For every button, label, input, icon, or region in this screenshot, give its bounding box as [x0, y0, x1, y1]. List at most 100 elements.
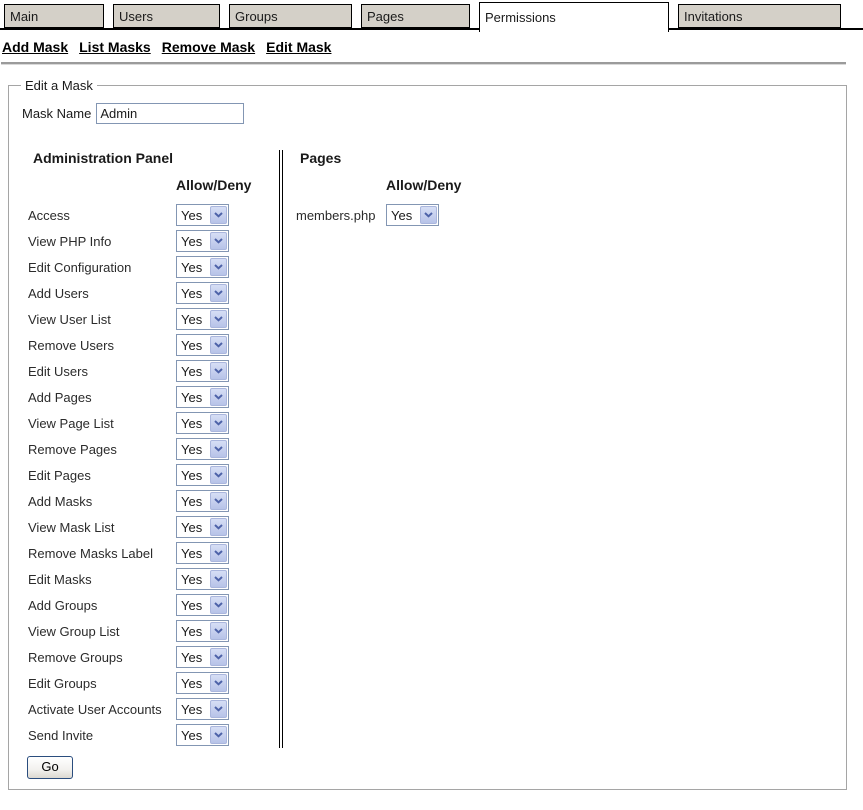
allow-deny-select[interactable]: Yes [176, 334, 229, 356]
column-separator [279, 150, 283, 748]
allow-deny-value: Yes [387, 208, 420, 223]
chevron-down-icon [210, 440, 227, 458]
tab[interactable]: Pages [361, 4, 470, 28]
allow-deny-value: Yes [177, 650, 210, 665]
allow-deny-select[interactable]: Yes [176, 230, 229, 252]
pages-title: Pages [300, 150, 836, 166]
chevron-down-icon [210, 700, 227, 718]
subnav-link[interactable]: Edit Mask [266, 39, 331, 55]
allow-deny-select[interactable]: Yes [176, 386, 229, 408]
chevron-down-icon [420, 206, 437, 224]
fieldset-legend: Edit a Mask [21, 78, 97, 93]
allow-deny-select[interactable]: Yes [176, 490, 229, 512]
tab[interactable]: Invitations [678, 4, 841, 28]
chevron-down-icon [210, 466, 227, 484]
subnav-link[interactable]: List Masks [79, 39, 151, 55]
allow-deny-value: Yes [177, 494, 210, 509]
tab[interactable]: Main [4, 4, 104, 28]
go-button[interactable]: Go [27, 756, 73, 779]
allow-deny-select[interactable]: Yes [176, 412, 229, 434]
pages-column: Pages Allow/Deny members.php Yes [289, 148, 836, 748]
tab[interactable]: Permissions [479, 2, 669, 32]
allow-deny-select[interactable]: Yes [176, 672, 229, 694]
permission-row: View PHP Info Yes [28, 228, 279, 254]
permission-row: Activate User Accounts Yes [28, 696, 279, 722]
pages-permission-rows: members.php Yes [296, 202, 836, 228]
permission-label: View Mask List [28, 520, 176, 535]
permission-label: Add Groups [28, 598, 176, 613]
permission-row: Edit Masks Yes [28, 566, 279, 592]
allow-deny-select[interactable]: Yes [176, 360, 229, 382]
allow-deny-value: Yes [177, 364, 210, 379]
allow-deny-select[interactable]: Yes [176, 308, 229, 330]
chevron-down-icon [210, 492, 227, 510]
permission-label: Edit Groups [28, 676, 176, 691]
admin-allow-deny-header: Allow/Deny [176, 177, 279, 193]
permission-label: Edit Configuration [28, 260, 176, 275]
permission-label: Activate User Accounts [28, 702, 176, 717]
chevron-down-icon [210, 570, 227, 588]
allow-deny-select[interactable]: Yes [176, 256, 229, 278]
allow-deny-select[interactable]: Yes [176, 698, 229, 720]
tab[interactable]: Groups [229, 4, 352, 28]
allow-deny-value: Yes [177, 338, 210, 353]
allow-deny-select[interactable]: Yes [386, 204, 439, 226]
allow-deny-value: Yes [177, 234, 210, 249]
allow-deny-value: Yes [177, 468, 210, 483]
allow-deny-select[interactable]: Yes [176, 646, 229, 668]
allow-deny-select[interactable]: Yes [176, 542, 229, 564]
allow-deny-value: Yes [177, 702, 210, 717]
chevron-down-icon [210, 206, 227, 224]
allow-deny-select[interactable]: Yes [176, 724, 229, 746]
allow-deny-select[interactable]: Yes [176, 464, 229, 486]
allow-deny-value: Yes [177, 546, 210, 561]
chevron-down-icon [210, 518, 227, 536]
chevron-down-icon [210, 596, 227, 614]
admin-permission-rows: Access Yes View PHP Info Yes Edit Config… [28, 202, 279, 748]
permission-row: members.php Yes [296, 202, 836, 228]
tab-label: Permissions [485, 10, 556, 25]
permission-label: Add Pages [28, 390, 176, 405]
allow-deny-select[interactable]: Yes [176, 438, 229, 460]
allow-deny-select[interactable]: Yes [176, 282, 229, 304]
permission-row: Add Masks Yes [28, 488, 279, 514]
allow-deny-value: Yes [177, 520, 210, 535]
allow-deny-value: Yes [177, 624, 210, 639]
chevron-down-icon [210, 284, 227, 302]
pages-allow-deny-header: Allow/Deny [386, 177, 836, 193]
horizontal-divider [1, 62, 846, 65]
subnav-link[interactable]: Add Mask [2, 39, 68, 55]
admin-panel-title: Administration Panel [33, 150, 279, 166]
mask-name-label: Mask Name [22, 106, 91, 121]
mask-name-input[interactable] [96, 103, 244, 124]
permission-label: View Page List [28, 416, 176, 431]
tab[interactable]: Users [113, 4, 220, 28]
permission-row: Remove Masks Label Yes [28, 540, 279, 566]
chevron-down-icon [210, 232, 227, 250]
permission-row: Add Groups Yes [28, 592, 279, 618]
permission-row: View Page List Yes [28, 410, 279, 436]
permission-label: View PHP Info [28, 234, 176, 249]
allow-deny-select[interactable]: Yes [176, 620, 229, 642]
chevron-down-icon [210, 726, 227, 744]
allow-deny-select[interactable]: Yes [176, 594, 229, 616]
allow-deny-select[interactable]: Yes [176, 204, 229, 226]
chevron-down-icon [210, 310, 227, 328]
allow-deny-value: Yes [177, 598, 210, 613]
permission-row: View Group List Yes [28, 618, 279, 644]
allow-deny-value: Yes [177, 416, 210, 431]
allow-deny-value: Yes [177, 208, 210, 223]
permission-label: Add Masks [28, 494, 176, 509]
permission-label: Remove Masks Label [28, 546, 176, 561]
permission-label: Edit Users [28, 364, 176, 379]
chevron-down-icon [210, 414, 227, 432]
allow-deny-value: Yes [177, 442, 210, 457]
allow-deny-value: Yes [177, 390, 210, 405]
mask-name-row: Mask Name [22, 103, 836, 124]
allow-deny-select[interactable]: Yes [176, 568, 229, 590]
subnav-link[interactable]: Remove Mask [162, 39, 255, 55]
permission-label: View Group List [28, 624, 176, 639]
allow-deny-select[interactable]: Yes [176, 516, 229, 538]
permission-label: Edit Pages [28, 468, 176, 483]
permission-row: Access Yes [28, 202, 279, 228]
